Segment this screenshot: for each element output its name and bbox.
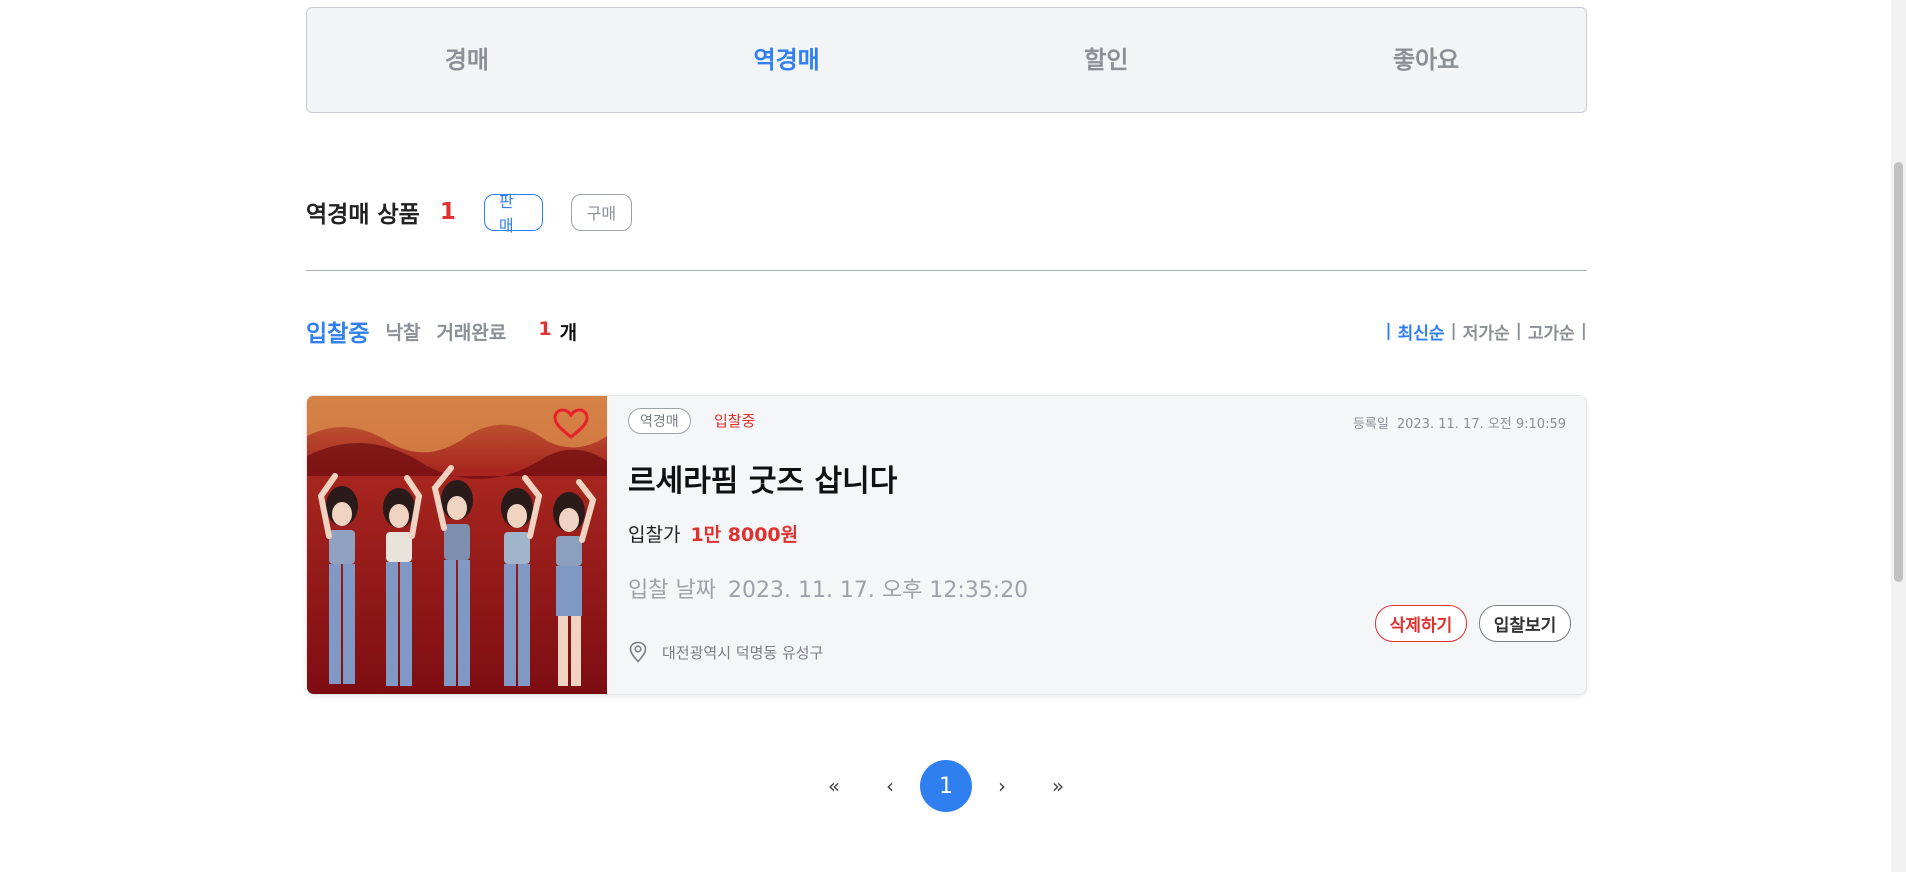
heart-icon[interactable] [553, 408, 589, 440]
scrollbar[interactable] [1891, 0, 1906, 872]
tab-reverse-auction[interactable]: 역경매 [627, 40, 947, 75]
buy-filter-button[interactable]: 구매 [570, 193, 632, 231]
bid-price-value: 1만 8000원 [690, 524, 799, 546]
view-bids-button[interactable]: 입찰보기 [1479, 605, 1571, 642]
tab-auction[interactable]: 경매 [307, 40, 627, 75]
tab-discount[interactable]: 할인 [947, 40, 1267, 75]
scrollbar-thumb[interactable] [1894, 162, 1903, 582]
status-label: 입찰중 [714, 412, 756, 430]
result-count-unit: 개 [559, 321, 578, 344]
filter-completed[interactable]: 거래완료 [436, 318, 506, 345]
sort-options: | 최신순 | 저가순 | 고가순 | [1385, 313, 1587, 349]
type-badge: 역경매 [628, 408, 691, 434]
bid-date: 입찰 날짜 2023. 11. 17. 오후 12:35:20 [628, 572, 1028, 604]
section-divider [306, 270, 1587, 271]
bid-date-value: 2023. 11. 17. 오후 12:35:20 [727, 578, 1029, 603]
product-photo [307, 396, 607, 694]
bid-price: 입찰가 1만 8000원 [628, 520, 798, 547]
registration-date-value: 2023. 11. 17. 오전 9:10:59 [1396, 417, 1566, 432]
delete-button[interactable]: 삭제하기 [1375, 605, 1467, 642]
first-page-button[interactable]: « [808, 760, 860, 812]
sort-separator: | [1385, 321, 1392, 341]
sell-filter-button[interactable]: 판매 [483, 192, 543, 235]
last-page-button[interactable]: » [1032, 760, 1084, 812]
result-count: 1 개 [538, 318, 577, 345]
product-card[interactable]: 역경매 입찰중 등록일 2023. 11. 17. 오전 9:10:59 르세라핌… [306, 395, 1587, 695]
product-details: 역경매 입찰중 등록일 2023. 11. 17. 오전 9:10:59 르세라핌… [607, 396, 1586, 694]
category-tabs: 경매 역경매 할인 좋아요 [306, 7, 1587, 113]
section-count: 1 [439, 199, 456, 225]
page: 경매 역경매 할인 좋아요 역경매 상품 1 판매 구매 입찰중 낙찰 거래완료… [0, 0, 1906, 872]
sort-separator: | [1515, 321, 1522, 341]
tab-likes[interactable]: 좋아요 [1266, 40, 1586, 75]
product-title[interactable]: 르세라핌 굿즈 삽니다 [628, 456, 897, 500]
location-pin-icon [629, 641, 647, 663]
next-page-button[interactable]: › [976, 760, 1028, 812]
product-thumbnail[interactable] [307, 396, 607, 694]
section-header: 역경매 상품 1 판매 구매 [306, 192, 632, 235]
section-title: 역경매 상품 [306, 202, 420, 228]
sort-newest[interactable]: 최신순 [1398, 319, 1445, 344]
registration-date: 등록일 2023. 11. 17. 오전 9:10:59 [1353, 413, 1566, 432]
sort-high-price[interactable]: 고가순 [1528, 319, 1575, 344]
page-1-button[interactable]: 1 [920, 760, 972, 812]
filter-won[interactable]: 낙찰 [385, 318, 420, 345]
sort-low-price[interactable]: 저가순 [1463, 319, 1510, 344]
pagination: « ‹ 1 › » [808, 760, 1084, 812]
location-text: 대전광역시 덕명동 유성구 [662, 643, 824, 662]
filter-bidding[interactable]: 입찰중 [306, 314, 369, 348]
prev-page-button[interactable]: ‹ [864, 760, 916, 812]
registration-date-label: 등록일 [1352, 417, 1389, 432]
bid-date-label: 입찰 날짜 [628, 578, 716, 603]
result-count-number: 1 [538, 317, 552, 340]
location: 대전광역시 덕명동 유성구 [628, 641, 823, 663]
bid-price-label: 입찰가 [628, 524, 681, 546]
sort-separator: | [1580, 321, 1587, 341]
status-filters: 입찰중 낙찰 거래완료 1 개 [306, 313, 577, 349]
sort-separator: | [1450, 321, 1457, 341]
